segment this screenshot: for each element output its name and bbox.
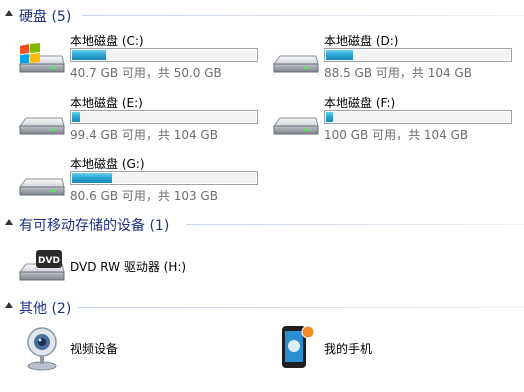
group-divider (186, 224, 524, 225)
svg-text:DVD: DVD (38, 256, 60, 266)
video-device[interactable]: 视频设备 (18, 324, 198, 372)
drive-usage-fill (326, 112, 333, 122)
drive-usage-bar (70, 48, 258, 62)
drive-free-space: 40.7 GB 可用，共 50.0 GB (70, 66, 222, 80)
drive-usage-bar (70, 171, 258, 185)
group-title: 有可移动存储的设备 (1) (19, 218, 170, 234)
group-header-other[interactable]: 其他 (2) (0, 298, 524, 318)
group-title: 硬盘 (5) (19, 9, 72, 25)
drive-e[interactable]: 本地磁盘 (E:) 99.4 GB 可用，共 104 GB (18, 94, 268, 148)
group-divider (82, 15, 524, 16)
group-title: 其他 (2) (19, 301, 72, 317)
device-label: DVD RW 驱动器 (H:) (70, 260, 187, 274)
collapse-arrow-icon[interactable] (5, 10, 13, 16)
my-phone[interactable]: 我的手机 (272, 324, 452, 372)
drive-usage-bar (324, 48, 512, 62)
hard-drive-icon (272, 96, 320, 144)
drive-usage-fill (72, 112, 81, 122)
smartphone-icon (272, 324, 320, 372)
dvd-drive-h[interactable]: DVD DVD RW 驱动器 (H:) (18, 242, 238, 290)
drive-g[interactable]: 本地磁盘 (G:) 80.6 GB 可用，共 103 GB (18, 155, 268, 209)
hard-drive-icon (18, 157, 66, 205)
drive-free-space: 80.6 GB 可用，共 103 GB (70, 189, 218, 203)
drive-name: 本地磁盘 (F:) (324, 96, 396, 110)
drive-usage-bar (70, 110, 258, 124)
webcam-icon (18, 324, 66, 372)
drive-usage-bar (324, 110, 512, 124)
drive-name: 本地磁盘 (D:) (324, 34, 399, 48)
drive-name: 本地磁盘 (C:) (70, 34, 144, 48)
group-header-hard-drives[interactable]: 硬盘 (5) (0, 6, 524, 26)
collapse-arrow-icon[interactable] (5, 302, 13, 308)
drive-free-space: 99.4 GB 可用，共 104 GB (70, 128, 218, 142)
collapse-arrow-icon[interactable] (5, 219, 13, 225)
drive-free-space: 100 GB 可用，共 104 GB (324, 128, 469, 142)
drive-usage-fill (72, 50, 107, 60)
drive-d[interactable]: 本地磁盘 (D:) 88.5 GB 可用，共 104 GB (272, 32, 522, 86)
drive-name: 本地磁盘 (G:) (70, 157, 145, 171)
device-label: 视频设备 (70, 342, 119, 356)
hard-drive-icon (18, 96, 66, 144)
drive-f[interactable]: 本地磁盘 (F:) 100 GB 可用，共 104 GB (272, 94, 522, 148)
drive-usage-fill (72, 173, 112, 183)
windows-system-drive-icon (18, 34, 66, 82)
hard-drive-icon (272, 34, 320, 82)
group-divider (78, 307, 524, 308)
device-label: 我的手机 (324, 342, 373, 356)
dvd-drive-icon: DVD (18, 242, 66, 290)
group-header-removable[interactable]: 有可移动存储的设备 (1) (0, 215, 524, 235)
drive-name: 本地磁盘 (E:) (70, 96, 143, 110)
drive-usage-fill (326, 50, 354, 60)
drive-free-space: 88.5 GB 可用，共 104 GB (324, 66, 472, 80)
drive-c[interactable]: 本地磁盘 (C:) 40.7 GB 可用，共 50.0 GB (18, 32, 268, 86)
